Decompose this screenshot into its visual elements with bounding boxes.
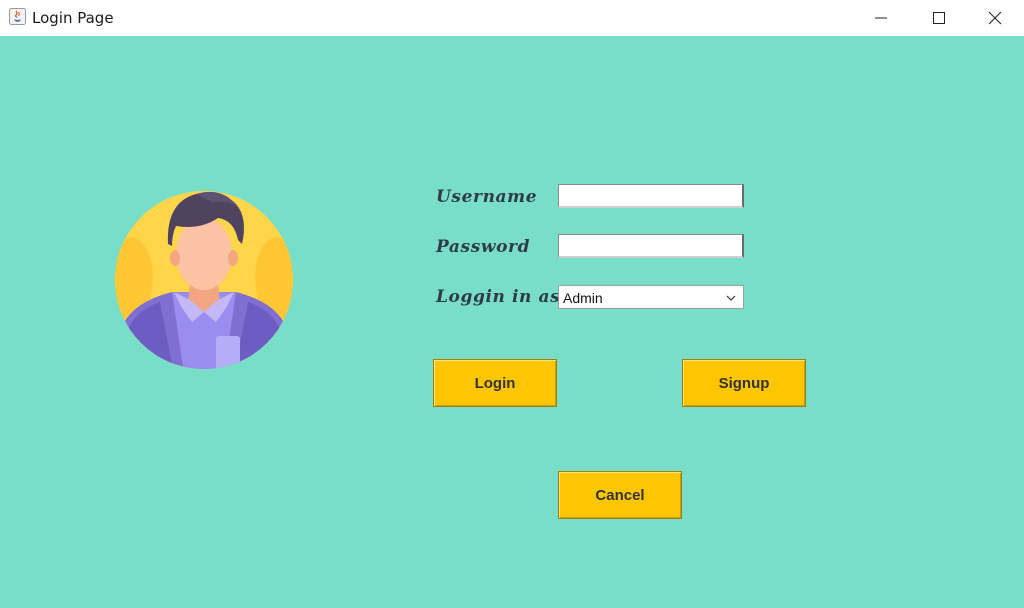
- maximize-button[interactable]: [910, 0, 968, 36]
- signup-button[interactable]: Signup: [682, 359, 806, 407]
- login-button[interactable]: Login: [433, 359, 557, 407]
- close-icon: [988, 11, 1002, 25]
- close-button[interactable]: [966, 0, 1024, 36]
- password-field[interactable]: [558, 234, 744, 258]
- user-avatar-icon: [115, 191, 293, 369]
- minimize-button[interactable]: [852, 0, 910, 36]
- login-role-value: Admin: [563, 290, 603, 306]
- maximize-icon: [933, 12, 945, 24]
- cancel-button[interactable]: Cancel: [558, 471, 682, 519]
- window-title: Login Page: [32, 9, 114, 27]
- minimize-icon: [875, 17, 887, 19]
- java-app-icon[interactable]: [9, 8, 26, 25]
- username-label: Username: [436, 187, 538, 207]
- login-role-select[interactable]: Admin: [558, 285, 744, 309]
- title-bar: Login Page: [0, 0, 1024, 37]
- password-label: Password: [436, 237, 531, 257]
- username-field[interactable]: [558, 184, 744, 208]
- chevron-down-icon: [726, 295, 736, 301]
- login-role-label: Loggin in as: [436, 287, 561, 307]
